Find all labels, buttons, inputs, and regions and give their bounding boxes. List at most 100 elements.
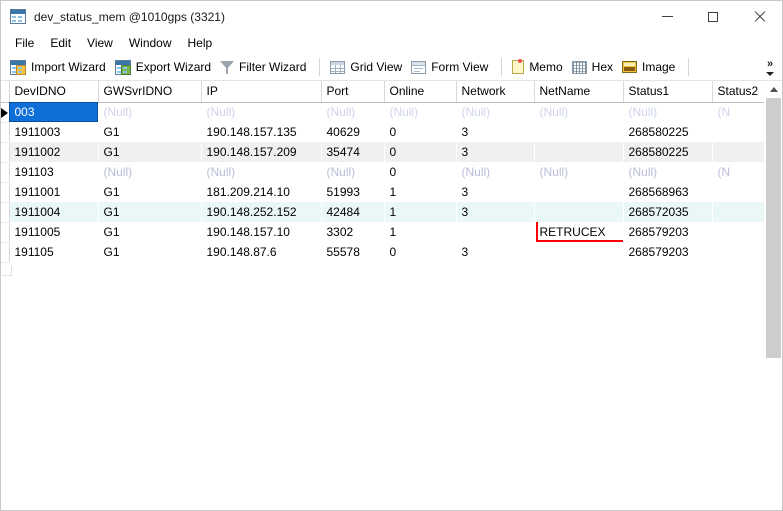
cell-status1[interactable]: 268579203	[623, 242, 712, 262]
cell-status1[interactable]: 268572035	[623, 202, 712, 222]
minimize-button[interactable]	[644, 1, 690, 32]
cell-devidno[interactable]: 191105	[9, 242, 98, 262]
cell-gwsvridno[interactable]: G1	[98, 202, 201, 222]
row-gutter-cell[interactable]	[1, 122, 10, 143]
cell-port[interactable]: 55578	[321, 242, 384, 262]
cell-online[interactable]: 0	[384, 242, 456, 262]
export-wizard-button[interactable]: Export Wizard	[112, 56, 217, 78]
cell-network[interactable]: 3	[456, 122, 534, 142]
form-view-button[interactable]: Form View	[408, 56, 494, 78]
cell-online[interactable]: (Null)	[384, 102, 456, 122]
column-header-devidno[interactable]: DevIDNO	[9, 81, 99, 103]
cell-network[interactable]: 3	[456, 202, 534, 222]
grid-view-button[interactable]: Grid View	[327, 56, 408, 78]
cell-status2[interactable]	[712, 122, 765, 142]
cell-netname[interactable]: (Null)	[534, 102, 623, 122]
cell-network[interactable]	[456, 222, 534, 242]
cell-gwsvridno[interactable]: G1	[98, 182, 201, 202]
cell-port[interactable]: 35474	[321, 142, 384, 162]
cell-gwsvridno[interactable]: (Null)	[98, 162, 201, 182]
cell-ip[interactable]: (Null)	[201, 162, 321, 182]
cell-port[interactable]: 51993	[321, 182, 384, 202]
cell-status1[interactable]: 268580225	[623, 122, 712, 142]
cell-ip[interactable]: (Null)	[201, 102, 321, 122]
table-row[interactable]: 1911005 G1 190.148.157.10 3302 1 RETRUCEX 2685…	[1, 222, 765, 243]
table-row[interactable]: 1911002 G1 190.148.157.209 35474 0 3 268580225	[1, 142, 765, 163]
cell-netname[interactable]	[534, 142, 623, 162]
table-row[interactable]: 1911001 G1 181.209.214.10 51993 1 3 268568963	[1, 182, 765, 203]
cell-devidno[interactable]: 003	[9, 102, 98, 122]
cell-netname[interactable]: RETRUCEX	[534, 222, 623, 242]
cell-status1[interactable]: 268580225	[623, 142, 712, 162]
row-gutter-cell[interactable]	[1, 182, 10, 203]
cell-online[interactable]: 1	[384, 182, 456, 202]
menu-item-window[interactable]: Window	[121, 33, 180, 53]
row-gutter-cell[interactable]	[1, 102, 10, 123]
column-header-netname[interactable]: NetName	[534, 81, 624, 103]
column-header-port[interactable]: Port	[321, 81, 385, 103]
cell-online[interactable]: 1	[384, 202, 456, 222]
cell-network[interactable]: (Null)	[456, 162, 534, 182]
table-row[interactable]: 191105 G1 190.148.87.6 55578 0 3 268579203	[1, 242, 765, 263]
hex-button[interactable]: Hex	[569, 56, 619, 78]
cell-devidno[interactable]: 1911002	[9, 142, 98, 162]
cell-ip[interactable]: 190.148.157.209	[201, 142, 321, 162]
scroll-up-arrow[interactable]	[765, 81, 782, 98]
cell-port[interactable]: (Null)	[321, 162, 384, 182]
column-header-online[interactable]: Online	[384, 81, 457, 103]
cell-netname[interactable]	[534, 182, 623, 202]
cell-status2[interactable]: (N	[712, 162, 765, 182]
table-row[interactable]: 1911003 G1 190.148.157.135 40629 0 3 268580225	[1, 122, 765, 143]
cell-devidno[interactable]: 191103	[9, 162, 98, 182]
cell-port[interactable]: 3302	[321, 222, 384, 242]
menu-item-file[interactable]: File	[7, 33, 42, 53]
row-gutter-cell[interactable]	[1, 222, 10, 243]
cell-ip[interactable]: 190.148.87.6	[201, 242, 321, 262]
cell-devidno[interactable]: 1911005	[9, 222, 98, 242]
cell-gwsvridno[interactable]: G1	[98, 142, 201, 162]
cell-ip[interactable]: 190.148.157.135	[201, 122, 321, 142]
cell-ip[interactable]: 181.209.214.10	[201, 182, 321, 202]
cell-gwsvridno[interactable]: (Null)	[98, 102, 201, 122]
cell-network[interactable]: 3	[456, 242, 534, 262]
cell-status1[interactable]: 268568963	[623, 182, 712, 202]
cell-netname[interactable]	[534, 202, 623, 222]
cell-status2[interactable]	[712, 242, 765, 262]
column-header-ip[interactable]: IP	[201, 81, 322, 103]
cell-devidno[interactable]: 1911003	[9, 122, 98, 142]
row-gutter-cell[interactable]	[1, 142, 10, 163]
menu-item-edit[interactable]: Edit	[42, 33, 79, 53]
row-gutter-cell[interactable]	[1, 242, 10, 263]
cell-ip[interactable]: 190.148.157.10	[201, 222, 321, 242]
column-header-status2[interactable]: Status2	[712, 81, 765, 103]
cell-status2[interactable]	[712, 202, 765, 222]
column-header-network[interactable]: Network	[456, 81, 535, 103]
cell-status2[interactable]: (N	[712, 102, 765, 122]
cell-status2[interactable]	[712, 222, 765, 242]
cell-network[interactable]: 3	[456, 182, 534, 202]
cell-gwsvridno[interactable]: G1	[98, 222, 201, 242]
cell-network[interactable]: 3	[456, 142, 534, 162]
cell-port[interactable]: 40629	[321, 122, 384, 142]
cell-status1[interactable]: 268579203	[623, 222, 712, 242]
cell-netname[interactable]	[534, 242, 623, 262]
cell-gwsvridno[interactable]: G1	[98, 122, 201, 142]
scroll-thumb[interactable]	[766, 98, 781, 358]
import-wizard-button[interactable]: Import Wizard	[7, 56, 112, 78]
cell-online[interactable]: 0	[384, 142, 456, 162]
close-button[interactable]	[736, 1, 782, 32]
table-row[interactable]: 1911004 G1 190.148.252.152 42484 1 3 268572035	[1, 202, 765, 223]
cell-status1[interactable]: (Null)	[623, 102, 712, 122]
cell-port[interactable]: 42484	[321, 202, 384, 222]
cell-devidno[interactable]: 1911004	[9, 202, 98, 222]
cell-status2[interactable]	[712, 182, 765, 202]
cell-network[interactable]: (Null)	[456, 102, 534, 122]
cell-netname[interactable]	[534, 122, 623, 142]
cell-netname[interactable]: (Null)	[534, 162, 623, 182]
vertical-scrollbar[interactable]	[764, 81, 782, 473]
row-gutter-cell[interactable]	[1, 162, 10, 183]
menu-item-help[interactable]: Help	[180, 33, 221, 53]
cell-online[interactable]: 1	[384, 222, 456, 242]
cell-devidno[interactable]: 1911001	[9, 182, 98, 202]
cell-online[interactable]: 0	[384, 122, 456, 142]
